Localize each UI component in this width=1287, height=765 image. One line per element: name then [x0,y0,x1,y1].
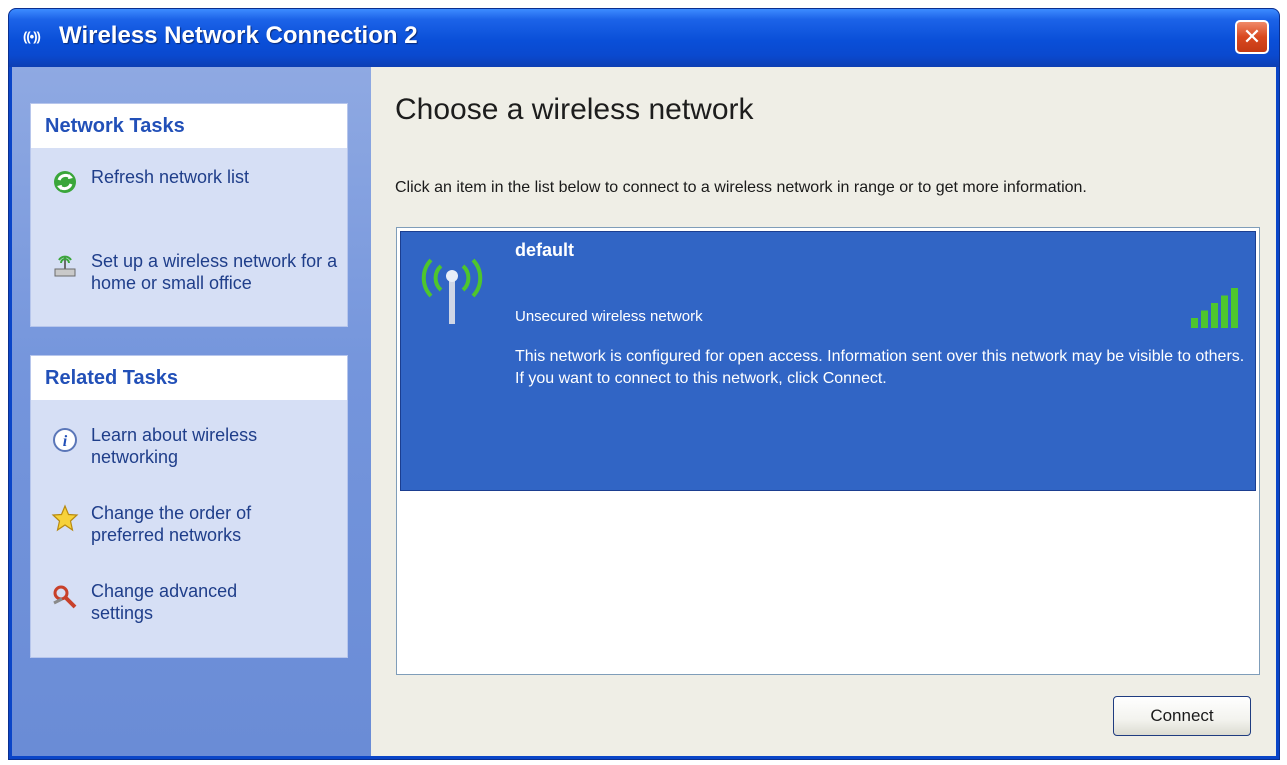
close-icon: ✕ [1242,24,1262,49]
set-up-wireless-network-label: Set up a wireless network for a home or … [91,251,338,293]
change-order-preferred-link[interactable]: Change the order of preferred networks [49,502,339,546]
signal-bar [1231,288,1238,328]
learn-about-wireless-label: Learn about wireless networking [91,425,258,467]
svg-text:i: i [63,433,68,450]
related-tasks-title: Related Tasks [31,356,347,400]
star-icon [49,502,81,534]
change-advanced-settings-label: Change advanced settings [91,581,238,623]
wireless-title-icon: ((•)) [23,29,41,44]
refresh-network-list-link[interactable]: Refresh network list [49,166,339,198]
task-sidebar: Network Tasks Refresh network list Set u… [12,67,371,756]
page-title: Choose a wireless network [395,93,754,126]
network-list-item[interactable]: default Unsecured wireless network This … [400,231,1256,491]
network-tasks-title: Network Tasks [31,104,347,148]
instruction-text: Click an item in the list below to conne… [395,179,1087,196]
window-title: Wireless Network Connection 2 [59,22,418,49]
network-description: This network is configured for open acce… [515,348,1245,387]
connect-button[interactable]: Connect [1113,696,1251,736]
main-content: Choose a wireless network Click an item … [371,67,1276,756]
learn-about-wireless-link[interactable]: i Learn about wireless networking [49,424,339,468]
signal-bar [1201,310,1208,328]
refresh-icon [49,166,81,198]
settings-icon [49,580,81,612]
wireless-setup-icon [49,250,81,282]
network-list[interactable]: default Unsecured wireless network This … [396,227,1260,675]
signal-bar [1211,303,1218,328]
network-name: default [515,240,575,260]
title-bar[interactable]: ((•)) Wireless Network Connection 2 ✕ [9,9,1279,67]
set-up-wireless-network-link[interactable]: Set up a wireless network for a home or … [49,250,339,294]
change-advanced-settings-link[interactable]: Change advanced settings [49,580,339,624]
network-security-status: Unsecured wireless network [515,308,703,325]
signal-bar [1191,318,1198,328]
close-button[interactable]: ✕ [1235,20,1269,54]
related-tasks-panel: Related Tasks i Learn about wireless net… [30,355,348,658]
signal-strength-icon [1191,288,1238,328]
change-order-preferred-label: Change the order of preferred networks [91,503,252,545]
network-tasks-panel: Network Tasks Refresh network list Set u… [30,103,348,327]
wireless-antenna-icon [421,258,483,324]
info-icon: i [49,424,81,456]
refresh-network-list-label: Refresh network list [91,167,250,187]
wireless-connection-window: ((•)) Wireless Network Connection 2 ✕ Ne… [8,8,1280,760]
signal-bar [1221,295,1228,328]
